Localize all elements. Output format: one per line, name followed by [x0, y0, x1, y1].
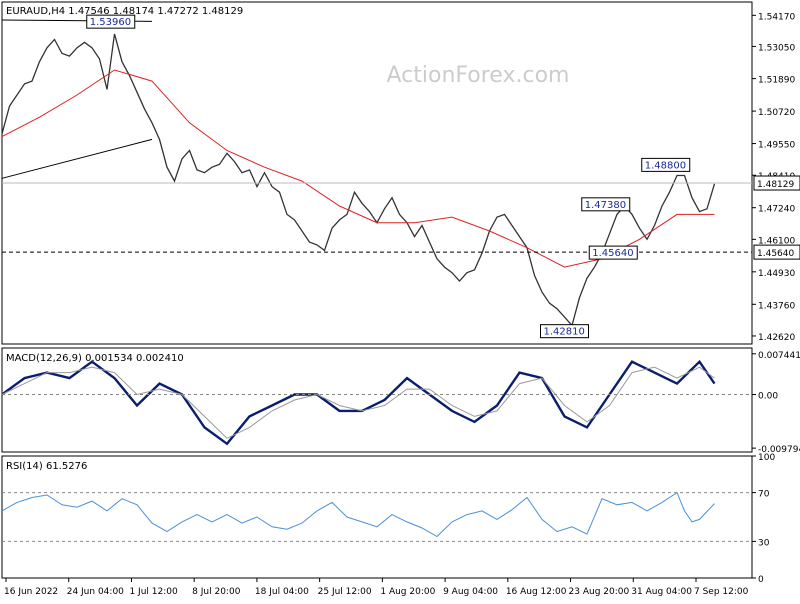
- x-tick-label: 16 Aug 12:00: [506, 587, 567, 597]
- chart-svg: ActionForex.com EURAUD,H4 1.47546 1.4817…: [0, 0, 800, 600]
- x-tick-label: 25 Jul 12:00: [318, 587, 372, 597]
- rsi-y-tick-label: 30: [758, 538, 770, 548]
- x-tick-label: 18 Jul 04:00: [255, 587, 309, 597]
- support-level-label: 1.45640: [757, 249, 794, 259]
- x-tick-label: 31 Aug 04:00: [631, 587, 692, 597]
- chart: ActionForex.com EURAUD,H4 1.47546 1.4817…: [0, 0, 800, 600]
- rsi-label: RSI(14) 61.5276: [6, 461, 87, 472]
- price-y-tick-label: 1.43760: [758, 301, 795, 311]
- x-tick-label: 24 Jun 04:00: [67, 587, 124, 597]
- price-y-tick-label: 1.49550: [758, 141, 795, 151]
- x-tick-label: 7 Sep 12:00: [694, 587, 749, 597]
- price-annotation-label: 1.42810: [544, 327, 585, 338]
- price-y-tick-label: 1.50720: [758, 108, 795, 118]
- price-y-tick-label: 1.51890: [758, 76, 795, 86]
- price-y-tick-label: 1.53050: [758, 43, 795, 53]
- rsi-y-tick-label: 0: [758, 575, 764, 585]
- price-annotation-label: 1.53960: [90, 17, 131, 28]
- price-y-tick-label: 1.47240: [758, 205, 795, 215]
- price-y-tick-label: 1.44930: [758, 269, 795, 279]
- price-y-tick-label: 1.42620: [758, 333, 795, 343]
- x-tick-label: 1 Aug 20:00: [380, 587, 435, 597]
- price-annotation-label: 1.47380: [585, 200, 626, 211]
- price-y-tick-label: 1.54170: [758, 12, 795, 22]
- price-annotation-label: 1.48800: [645, 160, 686, 171]
- macd-y-tick-label: 0.007441: [758, 351, 800, 361]
- x-tick-label: 23 Aug 20:00: [569, 587, 630, 597]
- rsi-y-tick-label: 100: [758, 453, 775, 463]
- watermark: ActionForex.com: [387, 63, 570, 88]
- x-tick-label: 9 Aug 04:00: [443, 587, 498, 597]
- x-tick-label: 1 Jul 12:00: [129, 587, 178, 597]
- macd-y-tick-label: 0.00: [758, 392, 778, 402]
- chart-background: [0, 0, 800, 600]
- price-annotation-label: 1.45640: [592, 248, 633, 259]
- x-tick-label: 8 Jul 20:00: [192, 587, 241, 597]
- current-price-label: 1.48129: [757, 180, 794, 190]
- x-tick-label: 16 Jun 2022: [4, 587, 58, 597]
- rsi-y-tick-label: 70: [758, 490, 770, 500]
